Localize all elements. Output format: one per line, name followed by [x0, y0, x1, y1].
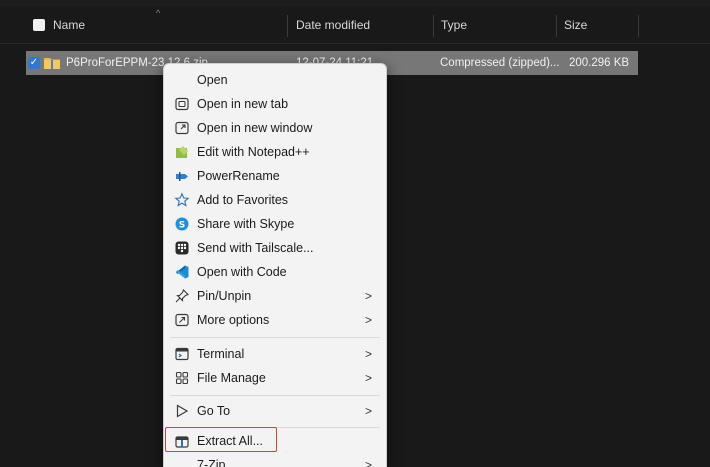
submenu-chevron-icon: > [365, 347, 373, 361]
window-top-strip [0, 0, 710, 7]
tailscale-icon [175, 241, 189, 255]
sort-caret-icon: ^ [156, 8, 161, 18]
zip-folder-icon [44, 58, 60, 69]
svg-text:S: S [179, 221, 185, 231]
menu-item-label: Open with Code [197, 265, 287, 279]
menu-item-label: Open in new window [197, 121, 313, 135]
select-all-checkbox[interactable] [33, 19, 45, 31]
menu-item-label: PowerRename [197, 169, 280, 183]
menu-item-label: Open in new tab [197, 97, 289, 111]
column-divider[interactable] [433, 15, 434, 37]
menu-item-label: More options [197, 313, 270, 327]
menu-item-label: Terminal [197, 347, 245, 361]
submenu-chevron-icon: > [365, 404, 373, 418]
submenu-chevron-icon: > [365, 289, 373, 303]
menu-item-file-manage[interactable]: File Manage > [164, 366, 386, 390]
menu-item-7-zip[interactable]: 7-Zip > [164, 453, 386, 467]
menu-separator [170, 337, 380, 338]
menu-separator [170, 395, 380, 396]
file-size: 200.296 KB [569, 57, 630, 69]
file-type: Compressed (zipped)... [440, 57, 560, 69]
play-outline-icon [176, 404, 189, 418]
menu-item-terminal[interactable]: Terminal > [164, 342, 386, 366]
menu-item-edit-with-notepad-plus-plus[interactable]: Edit with Notepad++ [164, 140, 386, 164]
menu-item-label: Open [197, 73, 228, 87]
menu-item-label: Share with Skype [197, 217, 295, 231]
menu-item-label: File Manage [197, 371, 266, 385]
submenu-chevron-icon: > [365, 371, 373, 385]
column-header-bar: ^ Name Date modified Type Size [0, 7, 710, 44]
vscode-icon [176, 265, 189, 279]
grid-icon [175, 371, 189, 385]
context-menu: Open Open in new tab Open in new window … [163, 63, 387, 467]
menu-item-open-in-new-tab[interactable]: Open in new tab [164, 92, 386, 116]
menu-item-label: Go To [197, 404, 231, 418]
menu-item-powerrename[interactable]: PowerRename [164, 164, 386, 188]
menu-item-open[interactable]: Open [164, 68, 386, 92]
skype-icon: S [175, 217, 189, 231]
menu-item-pin-unpin[interactable]: Pin/Unpin > [164, 284, 386, 308]
column-divider[interactable] [556, 15, 557, 37]
row-checkbox-checked[interactable]: ✓ [28, 57, 40, 69]
menu-item-share-with-skype[interactable]: S Share with Skype [164, 212, 386, 236]
menu-item-go-to[interactable]: Go To > [164, 399, 386, 423]
menu-item-open-in-new-window[interactable]: Open in new window [164, 116, 386, 140]
menu-item-send-with-tailscale[interactable]: Send with Tailscale... [164, 236, 386, 260]
menu-item-label: Edit with Notepad++ [197, 145, 310, 159]
notepad-plus-plus-icon [176, 146, 188, 158]
column-header-name[interactable]: Name [53, 7, 85, 43]
column-header-size[interactable]: Size [564, 7, 587, 43]
terminal-icon [175, 347, 189, 361]
menu-item-more-options[interactable]: More options > [164, 308, 386, 332]
new-window-icon [175, 121, 189, 135]
pin-icon [175, 289, 189, 303]
column-header-type[interactable]: Type [441, 7, 467, 43]
extract-all-highlight-box [165, 427, 277, 452]
column-divider[interactable] [638, 15, 639, 37]
menu-item-open-with-code[interactable]: Open with Code [164, 260, 386, 284]
menu-item-label: Add to Favorites [197, 193, 289, 207]
more-options-icon [175, 313, 189, 327]
menu-item-label: Send with Tailscale... [197, 241, 314, 255]
column-divider[interactable] [287, 15, 288, 37]
star-icon [174, 192, 190, 207]
menu-item-label: Pin/Unpin [197, 289, 252, 303]
submenu-chevron-icon: > [365, 458, 373, 467]
power-rename-icon [176, 172, 188, 181]
new-tab-icon [175, 97, 189, 111]
menu-item-add-to-favorites[interactable]: Add to Favorites [164, 188, 386, 212]
menu-item-label: 7-Zip [197, 458, 226, 467]
submenu-chevron-icon: > [365, 313, 373, 327]
column-header-date-modified[interactable]: Date modified [296, 7, 370, 43]
